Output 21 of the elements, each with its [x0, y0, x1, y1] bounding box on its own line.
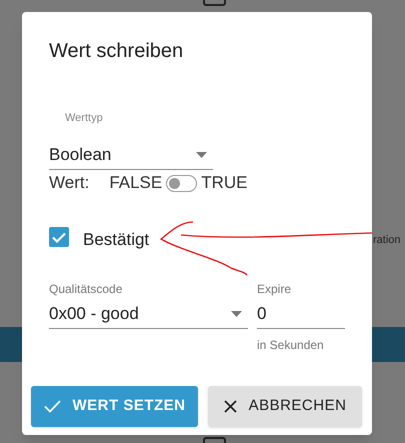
- background-text: ration: [373, 233, 401, 248]
- field-label: Expire: [257, 281, 292, 298]
- dialog-title: Wert schreiben: [49, 39, 184, 64]
- true-label: TRUE: [201, 172, 248, 194]
- expire-field[interactable]: 0: [257, 299, 345, 329]
- dropdown-icon: [196, 152, 207, 158]
- type-select[interactable]: Boolean: [49, 140, 213, 170]
- dropdown-icon: [231, 310, 242, 316]
- quality-select[interactable]: 0x00 - good: [49, 299, 248, 329]
- toggle-switch[interactable]: [166, 174, 198, 192]
- false-label: FALSE: [109, 172, 162, 194]
- checkbox-label: Bestätigt: [83, 229, 150, 251]
- check-icon: [44, 400, 60, 413]
- close-icon: [224, 400, 237, 413]
- field-hint: in Sekunden: [257, 337, 324, 354]
- checkbox[interactable]: [49, 227, 69, 247]
- value-label: Wert:: [49, 172, 90, 194]
- cancel-button[interactable]: ABBRECHEN: [208, 386, 362, 427]
- field-label: Werttyp: [65, 111, 103, 126]
- check-icon: [52, 232, 66, 242]
- field-label: Qualitätscode: [49, 281, 122, 298]
